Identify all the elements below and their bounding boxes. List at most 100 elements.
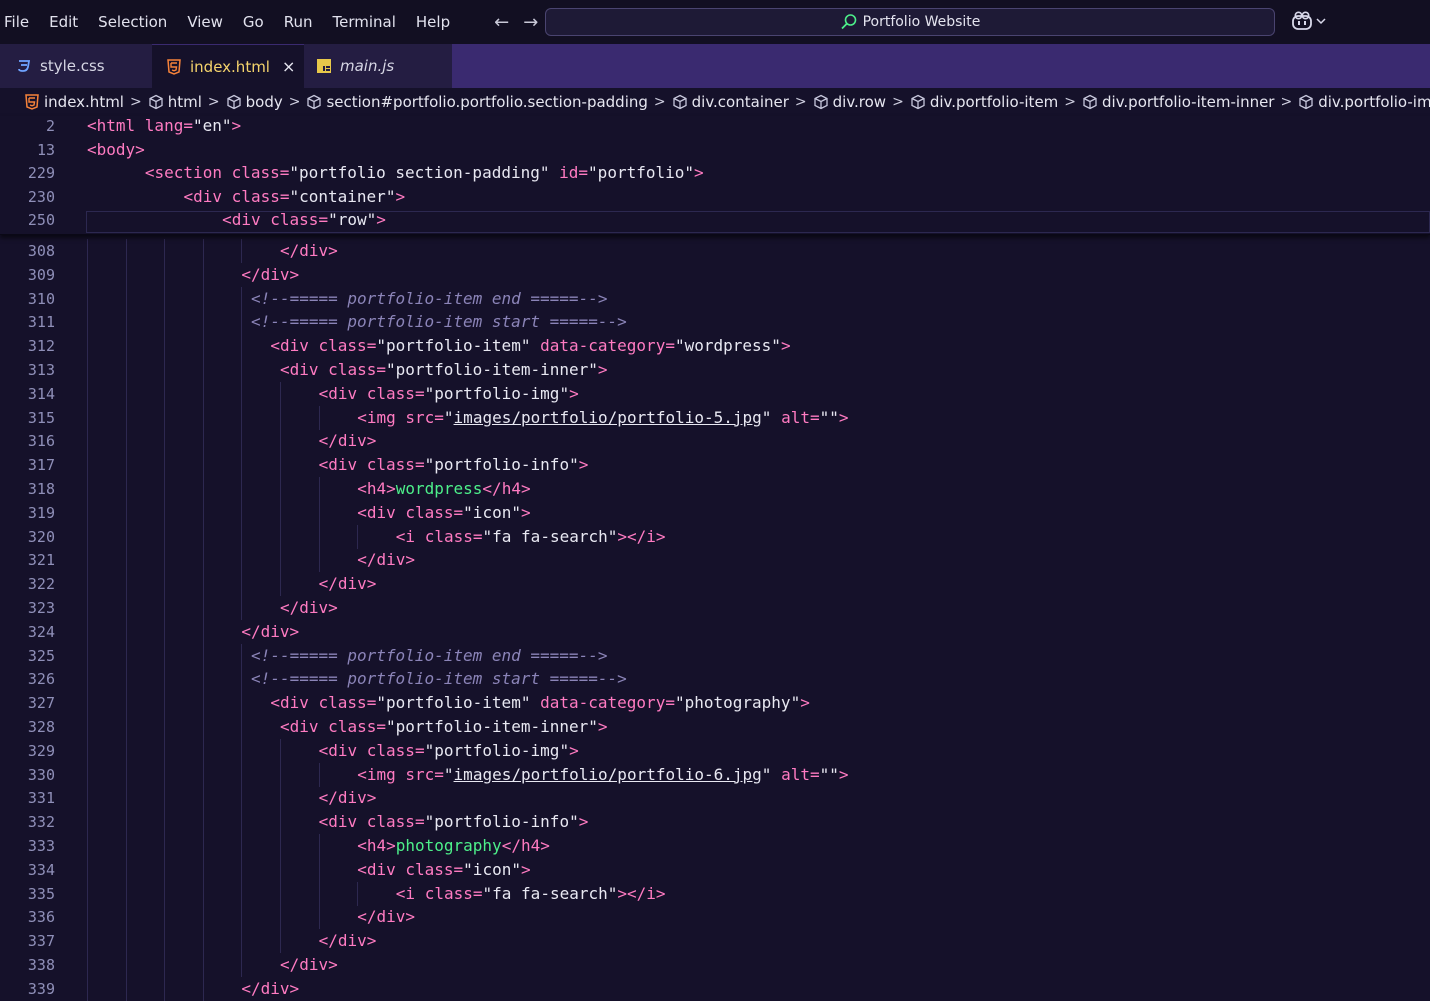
- indent-guide: [87, 953, 88, 977]
- code-content: <html lang="en">: [87, 114, 241, 138]
- menu-file[interactable]: File: [0, 13, 39, 31]
- code-line[interactable]: 326 <!--===== portfolio-item start =====-…: [0, 667, 1430, 692]
- breadcrumb-item-portfolio-item[interactable]: div.portfolio-item: [910, 93, 1058, 111]
- code-line[interactable]: 318 <h4>wordpress</h4>: [0, 477, 1430, 501]
- indent-guide: [87, 905, 88, 930]
- code-line[interactable]: 2 <html lang="en">: [0, 114, 1430, 138]
- code-line[interactable]: 339 </div>: [0, 976, 1430, 1001]
- token-link[interactable]: images/portfolio/portfolio-6.jpg: [454, 765, 762, 784]
- code-line[interactable]: 322 </div>: [0, 572, 1430, 597]
- breadcrumb-item-index-html[interactable]: index.html: [24, 93, 124, 111]
- code-line[interactable]: 328 <div class="portfolio-item-inner">: [0, 715, 1430, 739]
- indent-guide: [241, 762, 243, 787]
- code-line[interactable]: 316 </div>: [0, 429, 1430, 454]
- code-line[interactable]: 317 <div class="portfolio-info">: [0, 453, 1430, 478]
- token-tag: =: [665, 336, 675, 356]
- token-link[interactable]: images/portfolio/portfolio-5.jpg: [454, 408, 762, 427]
- indent-guide: [164, 262, 166, 287]
- code-line[interactable]: 13 <body>: [0, 138, 1430, 162]
- code-line[interactable]: 336 </div>: [0, 905, 1430, 930]
- code-line[interactable]: 315 <img src="images/portfolio/portfolio-…: [0, 405, 1430, 430]
- code-line[interactable]: 311 <!--===== portfolio-item start =====-…: [0, 310, 1430, 335]
- code-line[interactable]: 319 <div class="icon">: [0, 500, 1430, 525]
- chevron-right-icon: >: [129, 94, 142, 110]
- line-number: 325: [27, 646, 55, 665]
- code-line[interactable]: 310 <!--===== portfolio-item end =====-->: [0, 286, 1430, 311]
- copilot-button[interactable]: [1290, 11, 1326, 31]
- code-line[interactable]: 334 <div class="icon">: [0, 857, 1430, 882]
- menu-edit[interactable]: Edit: [39, 13, 88, 31]
- code-line[interactable]: 323 </div>: [0, 596, 1430, 620]
- indent-guide: [87, 643, 88, 668]
- code-line[interactable]: 325 <!--===== portfolio-item end =====-->: [0, 643, 1430, 668]
- line-number: 13: [36, 140, 55, 159]
- code-content: <div class="row">: [222, 208, 386, 232]
- forward-arrow-icon[interactable]: →: [523, 12, 538, 33]
- code-line[interactable]: 314 <div class="portfolio-img">: [0, 381, 1430, 406]
- breadcrumb-item-body[interactable]: body: [226, 93, 283, 111]
- code-line[interactable]: 335 <i class="fa fa-search"></i>: [0, 881, 1430, 906]
- indent-guide: [125, 905, 127, 930]
- indent-guide: [125, 953, 127, 977]
- code-line[interactable]: 324 </div>: [0, 619, 1430, 644]
- indent-guide: [241, 286, 243, 311]
- indent-guide: [125, 786, 127, 811]
- breadcrumb-item-portfolio-item-inner[interactable]: div.portfolio-item-inner: [1082, 93, 1274, 111]
- code-line[interactable]: 313 <div class="portfolio-item-inner">: [0, 358, 1430, 382]
- sticky-scroll-header[interactable]: 2 <html lang="en"> 13 <body> 229 <section cla…: [0, 116, 1430, 235]
- tab-style-css[interactable]: style.css: [0, 44, 152, 88]
- code-line[interactable]: 230 <div class="container">: [0, 185, 1430, 209]
- menu-selection[interactable]: Selection: [88, 13, 177, 31]
- tab-main-js[interactable]: main.js: [304, 44, 452, 88]
- indent-guide: [125, 857, 127, 882]
- code-content: <div class="portfolio-item" data-categor…: [270, 334, 790, 358]
- code-content: <i class="fa fa-search"></i>: [396, 525, 666, 549]
- code-line[interactable]: 331 </div>: [0, 786, 1430, 811]
- code-line[interactable]: 309 </div>: [0, 262, 1430, 287]
- breadcrumb-item-container[interactable]: div.container: [672, 93, 789, 111]
- token-tag: >: [395, 186, 406, 206]
- token-attr: data-category: [540, 693, 666, 713]
- code-line[interactable]: 338 </div>: [0, 953, 1430, 977]
- tab-index-html[interactable]: index.html ×: [152, 44, 304, 88]
- breadcrumb-item-section[interactable]: section#portfolio.portfolio.section-padd…: [306, 93, 648, 111]
- code-line[interactable]: 312 <div class="portfolio-item" data-cate…: [0, 334, 1430, 359]
- token-tag: </div>: [318, 431, 377, 451]
- menu-terminal[interactable]: Terminal: [323, 13, 406, 31]
- indent-guide: [164, 405, 166, 430]
- menu-view[interactable]: View: [177, 13, 233, 31]
- indent-guide: [241, 548, 243, 573]
- code-line[interactable]: 332 <div class="portfolio-info">: [0, 810, 1430, 835]
- menu-help[interactable]: Help: [406, 13, 460, 31]
- code-line[interactable]: 250 <div class="row">: [0, 208, 1430, 232]
- breadcrumb-item-row[interactable]: div.row: [813, 93, 886, 111]
- menu-go[interactable]: Go: [233, 13, 274, 31]
- token-tag: >: [694, 163, 704, 182]
- indent-guide: [241, 834, 243, 858]
- token-tag: <div: [357, 859, 406, 879]
- code-line[interactable]: 330 <img src="images/portfolio/portfolio-…: [0, 762, 1430, 787]
- token-str: "": [819, 407, 839, 427]
- token-tag: >: [376, 210, 386, 229]
- code-editor[interactable]: 2 <html lang="en"> 13 <body> 229 <section cla…: [0, 116, 1430, 1001]
- breadcrumb-item-html[interactable]: html: [148, 93, 202, 111]
- back-arrow-icon[interactable]: ←: [494, 12, 509, 33]
- code-line[interactable]: 308 </div>: [0, 239, 1430, 263]
- breadcrumb-label: div.portfolio-item: [929, 93, 1059, 111]
- code-line[interactable]: 327 <div class="portfolio-item" data-cate…: [0, 691, 1430, 716]
- command-center-search[interactable]: Portfolio Website: [545, 8, 1275, 36]
- code-line[interactable]: 320 <i class="fa fa-search"></i>: [0, 524, 1430, 549]
- indent-guide: [164, 619, 166, 644]
- menu-run[interactable]: Run: [274, 13, 323, 31]
- breadcrumb-item-portfolio-img[interactable]: div.portfolio-img: [1298, 93, 1430, 111]
- code-line[interactable]: 329 <div class="portfolio-img">: [0, 738, 1430, 763]
- code-line[interactable]: 321 </div>: [0, 548, 1430, 573]
- code-line[interactable]: 229 <section class="portfolio section-pad…: [0, 161, 1430, 185]
- line-number: 335: [27, 884, 55, 903]
- close-icon[interactable]: ×: [282, 57, 295, 76]
- token-attr: class: [318, 693, 367, 713]
- breadcrumb-label: div.portfolio-img: [1318, 93, 1430, 111]
- code-line[interactable]: 333 <h4>photography</h4>: [0, 834, 1430, 858]
- code-line[interactable]: 337 </div>: [0, 929, 1430, 954]
- indent-guide: [241, 334, 243, 359]
